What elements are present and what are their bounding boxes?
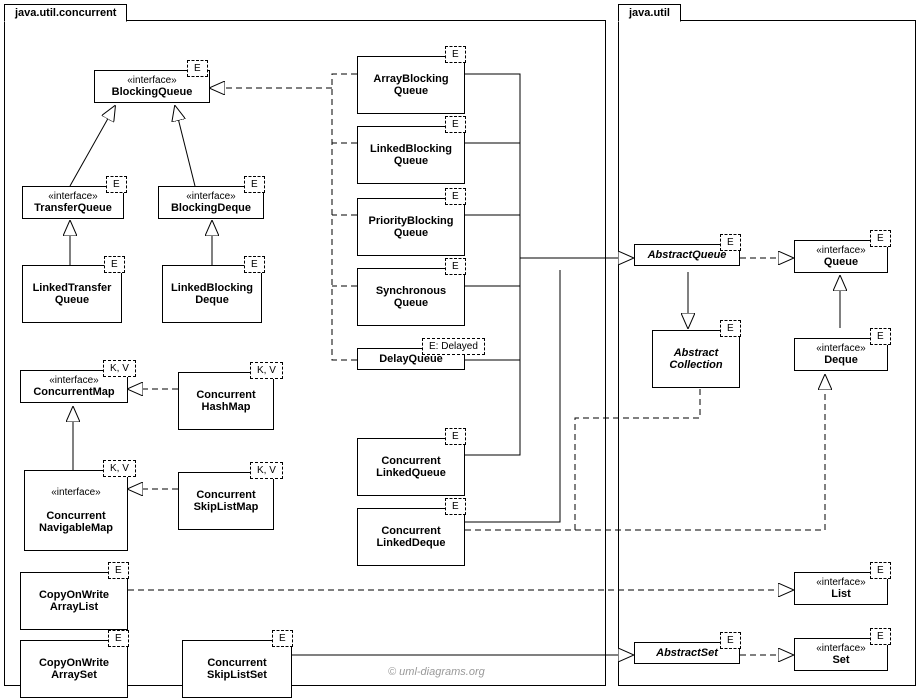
tparam: E <box>445 46 466 63</box>
tparam: E: Delayed <box>422 338 485 355</box>
package-concurrent-tab: java.util.concurrent <box>4 4 127 22</box>
class-priorityblockingqueue: PriorityBlocking Queue <box>357 198 465 256</box>
class-copyonwritearrayset: CopyOnWrite ArraySet <box>20 640 128 698</box>
tparam: E <box>445 188 466 205</box>
class-name: List <box>797 588 885 600</box>
class-name: ArrayBlocking Queue <box>360 73 462 97</box>
watermark: © uml-diagrams.org <box>388 666 485 678</box>
package-util-tab: java.util <box>618 4 681 22</box>
tparam: E <box>272 630 293 647</box>
class-name: Set <box>797 654 885 666</box>
class-concurrentskiplistmap: Concurrent SkipListMap <box>178 472 274 530</box>
tparam: K, V <box>250 362 283 379</box>
class-abstractcollection: Abstract Collection <box>652 330 740 388</box>
tparam: E <box>445 258 466 275</box>
tparam: E <box>108 630 129 647</box>
class-name: TransferQueue <box>25 202 121 214</box>
tparam: E <box>106 176 127 193</box>
tparam: E <box>244 256 265 273</box>
tparam: E <box>870 230 891 247</box>
class-linkedtransferqueue: LinkedTransfer Queue <box>22 265 122 323</box>
stereo-label: «interface» <box>27 487 125 498</box>
tparam: E <box>720 320 741 337</box>
class-name: Concurrent NavigableMap <box>27 510 125 534</box>
tparam: K, V <box>103 460 136 477</box>
tparam: E <box>445 498 466 515</box>
class-arrayblockingqueue: ArrayBlocking Queue <box>357 56 465 114</box>
class-name: ConcurrentMap <box>23 386 125 398</box>
class-name: BlockingDeque <box>161 202 261 214</box>
class-name: Concurrent LinkedDeque <box>360 525 462 549</box>
class-concurrenthashmap: Concurrent HashMap <box>178 372 274 430</box>
tparam: K, V <box>250 462 283 479</box>
class-name: Synchronous Queue <box>360 285 462 309</box>
class-name: PriorityBlocking Queue <box>360 215 462 239</box>
tparam: E <box>244 176 265 193</box>
class-name: LinkedBlocking Deque <box>165 282 259 306</box>
class-concurrentskiplistset: Concurrent SkipListSet <box>182 640 292 698</box>
class-name: Queue <box>797 256 885 268</box>
tparam: E <box>870 328 891 345</box>
class-name: Concurrent HashMap <box>181 389 271 413</box>
class-concurrentnavigablemap: «interface» Concurrent NavigableMap <box>24 470 128 551</box>
tparam: E <box>104 256 125 273</box>
tparam: E <box>108 562 129 579</box>
class-concurrentlinkeddeque: Concurrent LinkedDeque <box>357 508 465 566</box>
class-name: LinkedTransfer Queue <box>25 282 119 306</box>
class-name: Concurrent SkipListMap <box>181 489 271 513</box>
class-name: Abstract Collection <box>655 347 737 371</box>
class-name: BlockingQueue <box>97 86 207 98</box>
tparam: E <box>720 632 741 649</box>
tparam: K, V <box>103 360 136 377</box>
class-name: Concurrent SkipListSet <box>185 657 289 681</box>
tparam: E <box>445 116 466 133</box>
class-name: Deque <box>797 354 885 366</box>
class-name: LinkedBlocking Queue <box>360 143 462 167</box>
tparam: E <box>720 234 741 251</box>
class-name: CopyOnWrite ArrayList <box>23 589 125 613</box>
tparam: E <box>445 428 466 445</box>
class-concurrentlinkedqueue: Concurrent LinkedQueue <box>357 438 465 496</box>
class-linkedblockingqueue: LinkedBlocking Queue <box>357 126 465 184</box>
package-concurrent-label: java.util.concurrent <box>15 7 116 19</box>
tparam: E <box>870 562 891 579</box>
class-name: CopyOnWrite ArraySet <box>23 657 125 681</box>
tparam: E <box>187 60 208 77</box>
tparam: E <box>870 628 891 645</box>
class-copyonwritearraylist: CopyOnWrite ArrayList <box>20 572 128 630</box>
class-synchronousqueue: Synchronous Queue <box>357 268 465 326</box>
class-name: Concurrent LinkedQueue <box>360 455 462 479</box>
class-linkedblockingdeque: LinkedBlocking Deque <box>162 265 262 323</box>
package-util-label: java.util <box>629 7 670 19</box>
